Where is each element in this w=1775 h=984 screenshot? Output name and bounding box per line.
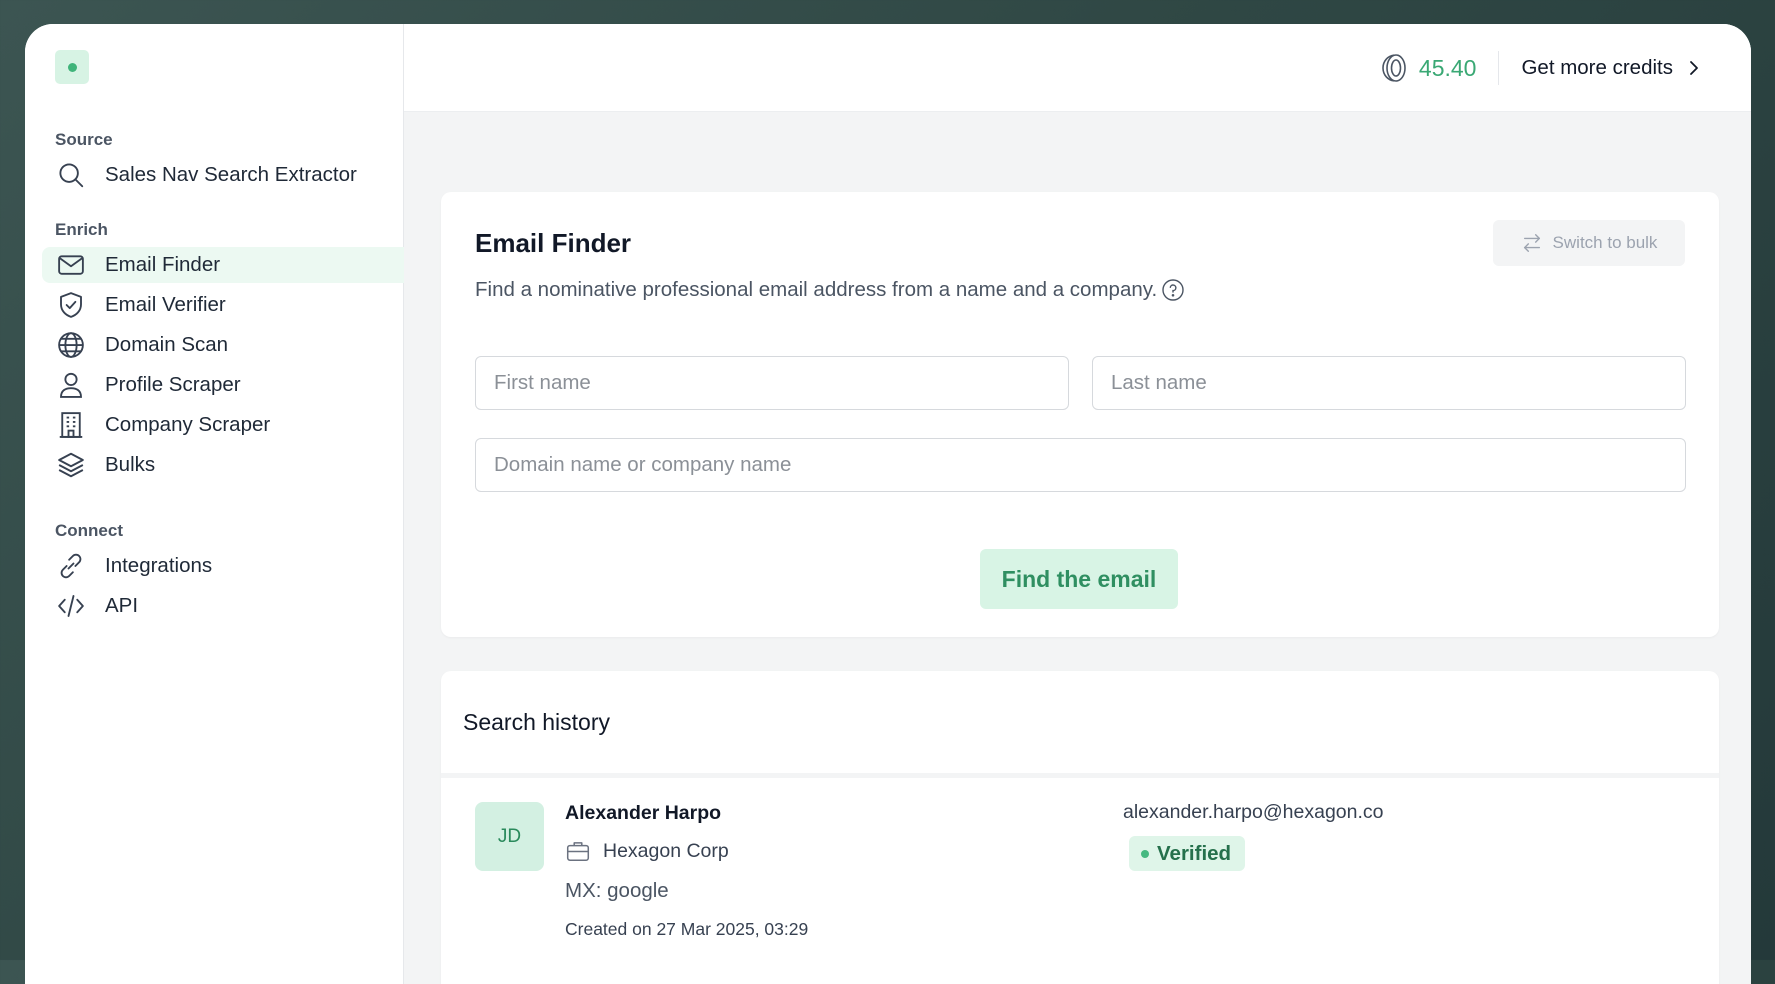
topbar: 45.40 Get more credits xyxy=(404,24,1751,112)
nav-section-source: Source Sales Nav Search Extractor xyxy=(25,127,404,197)
mx-record: MX: google xyxy=(565,879,669,902)
created-timestamp: Created on 27 Mar 2025, 03:29 xyxy=(565,919,809,939)
building-icon xyxy=(55,409,87,441)
sidebar-item-bulks[interactable]: Bulks xyxy=(42,447,404,483)
sidebar-item-label: Sales Nav Search Extractor xyxy=(105,163,357,186)
chevron-right-icon xyxy=(1690,61,1698,75)
code-icon xyxy=(55,590,87,622)
sidebar: Source Sales Nav Search Extractor Enrich… xyxy=(25,24,404,984)
link-icon xyxy=(55,550,87,582)
section-title-enrich: Enrich xyxy=(55,220,108,239)
mail-icon xyxy=(55,249,87,281)
history-divider xyxy=(441,773,1719,778)
layers-icon xyxy=(55,449,87,481)
domain-or-company-input[interactable] xyxy=(475,438,1686,492)
sidebar-item-email-finder[interactable]: Email Finder xyxy=(42,247,404,283)
nav-section-enrich: Enrich Email Finder Email Verifier Domai… xyxy=(25,217,404,487)
contact-name: Alexander Harpo xyxy=(565,802,722,824)
get-more-credits-link[interactable]: Get more credits xyxy=(1521,56,1701,80)
question-circle-icon[interactable] xyxy=(1161,278,1185,302)
company-name: Hexagon Corp xyxy=(603,839,729,862)
nav-section-connect: Connect Integrations API xyxy=(25,518,404,628)
contact-company: Hexagon Corp xyxy=(565,838,729,864)
status-dot xyxy=(1141,849,1149,858)
status-label: Verified xyxy=(1157,841,1232,865)
divider xyxy=(1498,51,1500,85)
credits-area: 45.40 Get more credits xyxy=(1381,24,1701,112)
card-description: Find a nominative professional email add… xyxy=(475,278,1185,302)
switch-to-bulk-label: Switch to bulk xyxy=(1552,233,1658,252)
main-content: 45.40 Get more credits Email Finder Find… xyxy=(404,24,1751,984)
app-window: Source Sales Nav Search Extractor Enrich… xyxy=(25,24,1751,984)
sidebar-item-label: Domain Scan xyxy=(105,333,229,356)
briefcase-icon xyxy=(566,842,590,861)
coins-icon xyxy=(1381,52,1407,84)
sidebar-item-company-scraper[interactable]: Company Scraper xyxy=(42,407,404,443)
sidebar-item-integrations[interactable]: Integrations xyxy=(42,548,404,584)
sidebar-item-domain-scan[interactable]: Domain Scan xyxy=(42,327,404,363)
search-history-card: Search history JD Alexander Harpo Hexago… xyxy=(441,671,1719,984)
globe-icon xyxy=(55,329,87,361)
arrows-swap-icon xyxy=(1523,234,1540,252)
switch-to-bulk-button[interactable]: Switch to bulk xyxy=(1493,220,1685,266)
description-text: Find a nominative professional email add… xyxy=(475,278,1158,301)
first-name-input[interactable] xyxy=(475,356,1069,410)
found-email[interactable]: alexander.harpo@hexagon.co xyxy=(1123,801,1384,824)
sidebar-item-label: Company Scraper xyxy=(105,413,271,436)
sidebar-item-label: Email Finder xyxy=(105,253,221,276)
shield-check-icon xyxy=(55,289,87,321)
status-badge: Verified xyxy=(1129,836,1246,871)
sidebar-item-label: Email Verifier xyxy=(105,293,226,316)
search-icon xyxy=(55,159,87,191)
sidebar-item-label: Integrations xyxy=(105,554,213,577)
section-title-source: Source xyxy=(55,130,113,149)
user-icon xyxy=(55,369,87,401)
sidebar-item-sales-nav-search-extractor[interactable]: Sales Nav Search Extractor xyxy=(42,157,404,193)
section-title-connect: Connect xyxy=(55,521,123,540)
card-title: Email Finder xyxy=(475,228,632,258)
sidebar-item-email-verifier[interactable]: Email Verifier xyxy=(42,287,404,323)
sidebar-item-label: Bulks xyxy=(105,453,156,476)
sidebar-item-label: API xyxy=(105,594,139,617)
app-logo-icon[interactable] xyxy=(55,50,89,84)
avatar: JD xyxy=(475,802,544,871)
email-finder-card: Email Finder Find a nominative professio… xyxy=(441,192,1719,637)
logo-dot xyxy=(67,62,77,72)
sidebar-item-label: Profile Scraper xyxy=(105,373,241,396)
search-history-title: Search history xyxy=(463,709,611,735)
get-more-credits-label: Get more credits xyxy=(1521,56,1673,79)
sidebar-item-api[interactable]: API xyxy=(42,588,404,624)
credits-balance: 45.40 xyxy=(1418,54,1477,81)
find-email-button[interactable]: Find the email xyxy=(980,549,1178,609)
last-name-input[interactable] xyxy=(1092,356,1686,410)
sidebar-item-profile-scraper[interactable]: Profile Scraper xyxy=(42,367,404,403)
